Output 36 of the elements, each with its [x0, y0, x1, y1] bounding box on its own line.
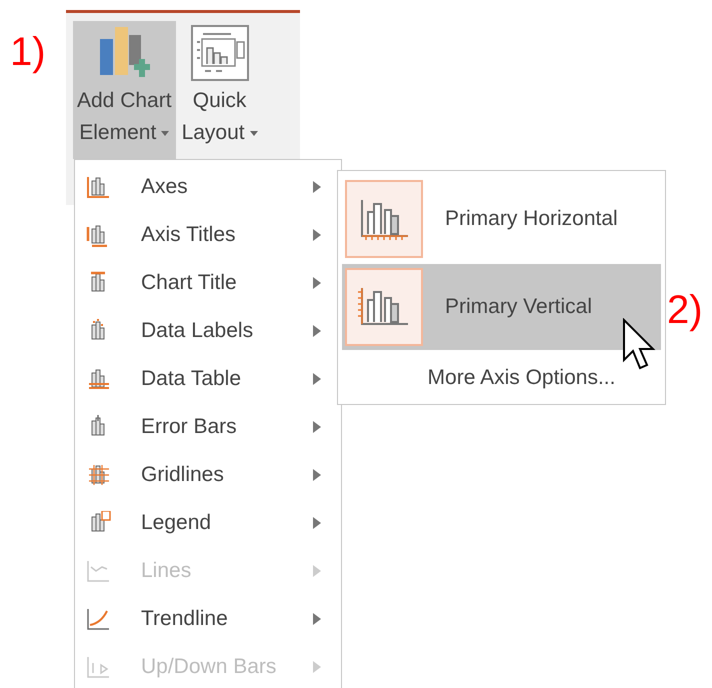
callout-number: 2) [667, 290, 703, 330]
submenu-item[interactable]: Primary Horizontal [342, 176, 661, 262]
add-chart-element-button[interactable]: Add Chart Element [73, 21, 176, 159]
menu-item[interactable]: Gridlines [75, 451, 341, 499]
submenu-arrow-icon [313, 325, 321, 337]
menu-item[interactable]: Data Labels [75, 307, 341, 355]
submenu-arrow-icon [313, 421, 321, 433]
menu-item[interactable]: Legend [75, 499, 341, 547]
chart-element-icon [85, 655, 111, 679]
caret-icon [250, 130, 258, 136]
chart-element-icon [85, 175, 111, 199]
submenu-arrow-icon [313, 661, 321, 673]
menu-item[interactable]: Axes [75, 163, 341, 211]
caret-icon [161, 130, 170, 136]
submenu-arrow-icon [313, 517, 321, 529]
submenu-arrow-icon [313, 469, 321, 481]
menu-item[interactable]: Axis Titles [75, 211, 341, 259]
menu-item[interactable]: Error Bars [75, 403, 341, 451]
menu-item[interactable]: Data Table [75, 355, 341, 403]
axis-chart-icon [358, 286, 410, 328]
submenu-arrow-icon [313, 373, 321, 385]
submenu-arrow-icon [313, 229, 321, 241]
submenu-arrow-icon [313, 181, 321, 193]
callout-number: 1) [10, 32, 46, 72]
menu-item[interactable]: Chart Title [75, 259, 341, 307]
submenu-arrow-icon [313, 613, 321, 625]
submenu-arrow-icon [313, 277, 321, 289]
axis-chart-icon [358, 198, 410, 240]
chart-element-icon [85, 607, 111, 631]
menu-item[interactable]: Trendline [75, 595, 341, 643]
chart-element-icon [85, 559, 111, 583]
submenu-arrow-icon [313, 565, 321, 577]
submenu-item[interactable]: Primary Vertical [342, 264, 661, 350]
more-axis-options-item[interactable]: More Axis Options... [342, 352, 661, 400]
quick-layout-button[interactable]: Quick Layout [178, 21, 262, 159]
layout-icon [188, 23, 251, 83]
